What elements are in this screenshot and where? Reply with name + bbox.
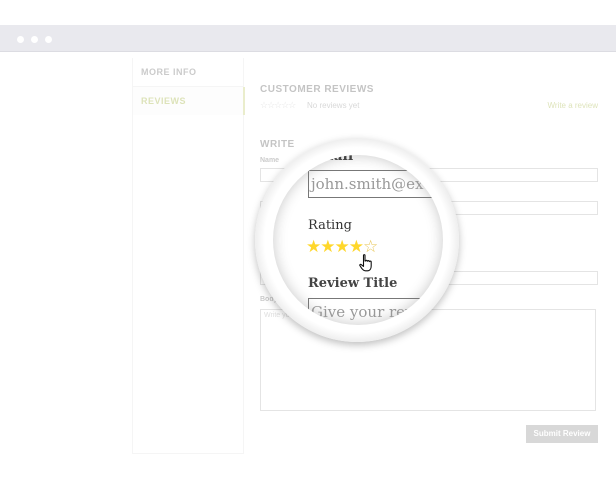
magnified-review-title-input[interactable]: Give your rev bbox=[308, 298, 443, 325]
no-reviews-text: No reviews yet bbox=[307, 101, 360, 110]
magnified-email-input[interactable]: john.smith@ex bbox=[308, 170, 443, 198]
tab-reviews[interactable]: REVIEWS bbox=[133, 87, 245, 115]
write-review-heading: WRITE bbox=[260, 139, 295, 150]
magnified-rating-label: Rating bbox=[308, 218, 352, 233]
magnified-review-title-label: Review Title bbox=[308, 276, 398, 291]
window-titlebar bbox=[0, 25, 616, 52]
browser-window: MORE INFO REVIEWS CUSTOMER REVIEWS ☆☆☆☆☆… bbox=[0, 25, 616, 478]
tab-reviews-label: REVIEWS bbox=[141, 96, 187, 106]
submit-review-button[interactable]: Submit Review bbox=[526, 425, 598, 443]
window-dot-icon[interactable] bbox=[31, 36, 38, 43]
hand-pointer-icon bbox=[359, 254, 372, 272]
tab-more-info[interactable]: MORE INFO bbox=[133, 58, 243, 87]
window-dot-icon[interactable] bbox=[45, 36, 52, 43]
magnified-email-label: Email bbox=[308, 155, 354, 164]
window-dot-icon[interactable] bbox=[17, 36, 24, 43]
tab-more-info-label: MORE INFO bbox=[141, 67, 197, 77]
magnifier-lens: Email john.smith@ex Rating ★★★★☆ Review … bbox=[273, 155, 443, 325]
write-review-link[interactable]: Write a review bbox=[547, 101, 598, 110]
rating-stars-icon: ☆☆☆☆☆ bbox=[260, 100, 296, 110]
product-tabs: MORE INFO REVIEWS bbox=[132, 58, 245, 454]
filled-star-icon[interactable]: ★★★★ bbox=[306, 237, 364, 257]
customer-reviews-title: CUSTOMER REVIEWS bbox=[260, 84, 374, 95]
